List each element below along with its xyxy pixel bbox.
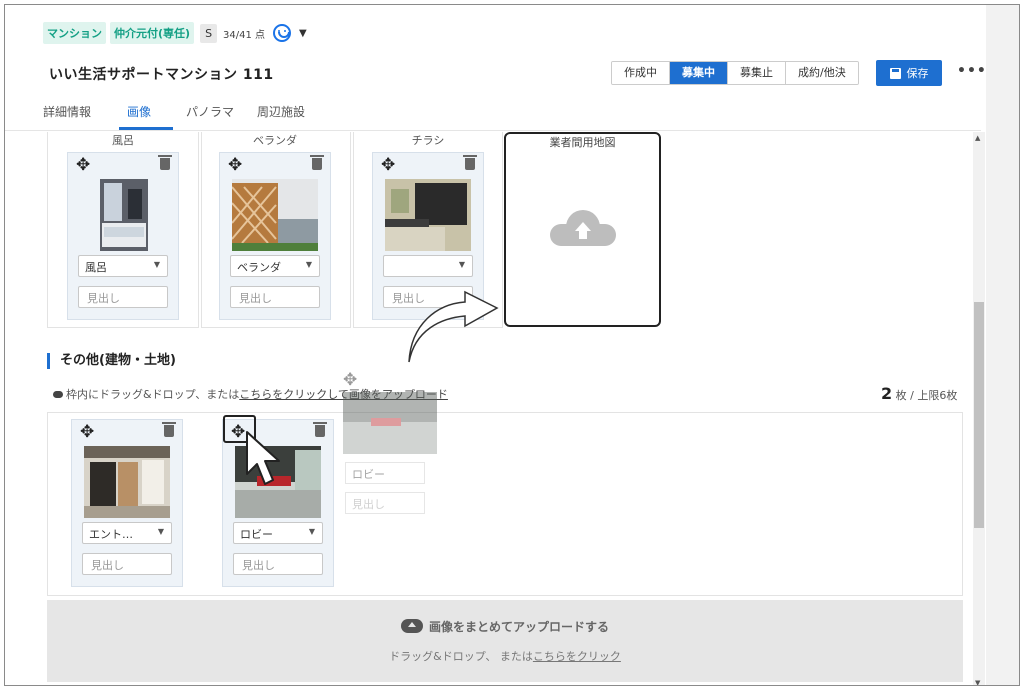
category-label: ベランダ	[253, 134, 297, 147]
save-button[interactable]: 保存	[876, 60, 942, 86]
bathroom-photo	[100, 179, 148, 251]
trash-icon[interactable]	[463, 155, 477, 170]
select-arrow-icon: ▼	[305, 260, 312, 269]
image-scroll-area: 風呂 ベランダ チラシ ✥ 風呂 ▼ 見出し ✥ ベランダ ▼ 見出し ✥ ▼ …	[5, 132, 975, 685]
lobby-photo	[343, 392, 437, 454]
bulk-upload-link[interactable]: こちらをクリック	[533, 650, 621, 663]
bulk-upload-hint: ドラッグ&ドロップ、 またはこちらをクリック	[389, 650, 621, 663]
category-label: チラシ	[411, 134, 445, 147]
drag-handle-icon: ✥	[343, 370, 358, 390]
app-window: マンション 仲介元付(専任) S 34/41 点 ▼ いい生活サポートマンション…	[4, 4, 1020, 686]
page-title: いい生活サポートマンション 111	[49, 67, 274, 83]
scroll-down-icon[interactable]: ▼	[975, 679, 980, 685]
status-toggle-group: 作成中 募集中 募集止 成約/他決	[611, 61, 859, 85]
drag-handle-icon[interactable]: ✥	[80, 424, 94, 441]
category-select[interactable]: 風呂 ▼	[78, 255, 168, 277]
curved-arrow-annotation	[408, 290, 499, 363]
cloud-upload-icon	[53, 391, 63, 398]
cloud-upload-icon	[550, 210, 616, 246]
image-card[interactable]: ✥ ベランダ ▼ 見出し	[219, 152, 331, 320]
more-menu-icon[interactable]: •••	[957, 63, 987, 79]
score-text: 34/41 点	[223, 29, 266, 41]
save-label: 保存	[906, 67, 929, 80]
kitchen-photo	[385, 179, 471, 251]
property-tag-row: マンション 仲介元付(専任) S 34/41 点 ▼	[43, 22, 307, 44]
upload-slot-label: 業者間用地図	[549, 136, 616, 149]
chevron-down-icon[interactable]: ▼	[299, 28, 307, 39]
property-type-tag: マンション	[43, 22, 106, 44]
tab-images[interactable]: 画像	[127, 103, 151, 120]
trash-icon[interactable]	[158, 155, 172, 170]
category-select[interactable]: ▼	[383, 255, 473, 277]
save-icon	[889, 67, 901, 79]
status-stopped-button[interactable]: 募集止	[728, 62, 786, 84]
mouse-cursor-icon	[246, 431, 280, 485]
tab-nearby[interactable]: 周辺施設	[257, 103, 305, 120]
select-arrow-icon: ▼	[153, 260, 160, 269]
drag-ghost-card: ✥ ロビー 見出し	[341, 370, 437, 540]
trash-icon[interactable]	[313, 422, 327, 437]
drag-handle-icon[interactable]: ✥	[228, 157, 242, 174]
select-arrow-icon: ▼	[157, 527, 164, 536]
category-select[interactable]: ベランダ ▼	[230, 255, 320, 277]
image-count: 2 枚 / 上限6枚	[881, 384, 958, 403]
select-arrow-icon: ▼	[458, 260, 465, 269]
status-draft-button[interactable]: 作成中	[612, 62, 670, 84]
cloud-upload-icon	[400, 619, 423, 633]
veranda-photo	[232, 179, 318, 251]
trash-icon[interactable]	[310, 155, 324, 170]
status-recruiting-button[interactable]: 募集中	[670, 62, 728, 84]
heading-input: 見出し	[345, 492, 425, 514]
heading-input[interactable]: 見出し	[78, 286, 168, 308]
bulk-upload-dropzone[interactable]: 画像をまとめてアップロードする ドラッグ&ドロップ、 またはこちらをクリック	[47, 600, 963, 682]
scroll-up-icon[interactable]: ▲	[975, 134, 980, 142]
tab-panorama[interactable]: パノラマ	[186, 103, 234, 120]
contract-type-tag: 仲介元付(専任)	[110, 22, 195, 44]
category-label: 風呂	[112, 134, 134, 147]
other-image-grid[interactable]	[47, 412, 963, 596]
scrollbar-thumb[interactable]	[974, 302, 984, 528]
section-title-other: その他(建物・土地)	[47, 353, 176, 369]
active-tab-indicator	[119, 127, 173, 130]
trash-icon[interactable]	[162, 422, 176, 437]
category-select[interactable]: エント… ▼	[82, 522, 172, 544]
vertical-scrollbar[interactable]: ▲ ▼	[973, 132, 985, 685]
entrance-photo	[84, 446, 170, 518]
heading-input[interactable]: 見出し	[230, 286, 320, 308]
image-card[interactable]: ✥ 風呂 ▼ 見出し	[67, 152, 179, 320]
heading-input[interactable]: 見出し	[82, 553, 172, 575]
map-upload-slot[interactable]: 業者間用地図	[504, 132, 661, 327]
right-gutter	[986, 5, 1019, 685]
select-arrow-icon: ▼	[308, 527, 315, 536]
drag-handle-icon[interactable]: ✥	[76, 157, 90, 174]
status-contracted-button[interactable]: 成約/他決	[786, 62, 858, 84]
smile-icon[interactable]	[273, 24, 292, 42]
heading-input[interactable]: 見出し	[233, 553, 323, 575]
image-card[interactable]: ✥ エント… ▼ 見出し	[71, 419, 183, 587]
drag-handle-icon[interactable]: ✥	[381, 157, 395, 174]
category-select: ロビー	[345, 462, 425, 484]
tab-details[interactable]: 詳細情報	[43, 103, 91, 120]
bulk-upload-label: 画像をまとめてアップロードする	[47, 618, 963, 635]
category-select[interactable]: ロビー ▼	[233, 522, 323, 544]
rank-badge: S	[200, 23, 218, 43]
tab-bar: 詳細情報 画像 パノラマ 周辺施設	[5, 97, 981, 131]
